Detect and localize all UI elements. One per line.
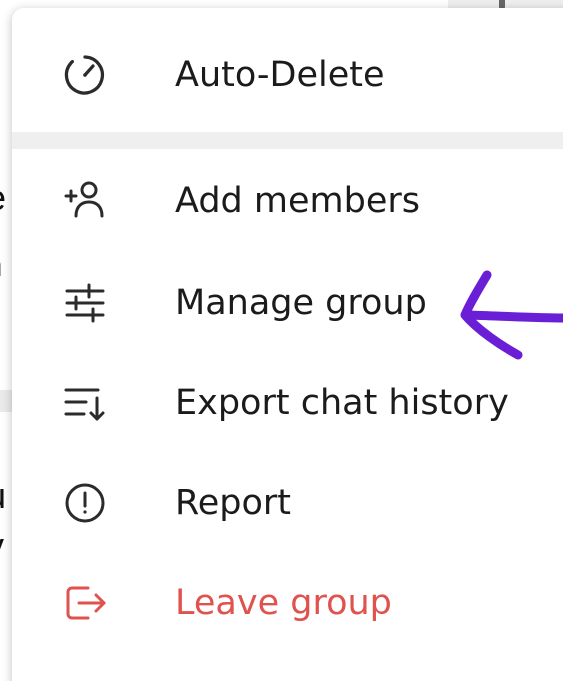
menu-item-auto-delete[interactable]: Auto-Delete [12,18,563,132]
background-text-fragment: u [0,478,6,514]
screenshot-stage: e n u v r Auto-Delete [0,0,563,681]
menu-item-label: Add members [175,181,420,221]
menu-item-add-members[interactable]: Add members [12,149,563,253]
menu-separator [12,132,563,149]
group-context-menu: Auto-Delete Add members Manage group Exp… [12,8,563,681]
background-header-strip [448,0,563,8]
logout-icon [62,580,108,626]
menu-item-label: Leave group [175,583,392,623]
menu-item-manage-group[interactable]: Manage group [12,253,563,353]
add-user-icon [62,178,108,224]
background-text-fragment: e [0,180,6,216]
background-text-fragment: n [0,252,3,282]
menu-item-label: Auto-Delete [175,55,385,95]
menu-item-export-chat-history[interactable]: Export chat history [12,353,563,453]
menu-item-label: Report [175,483,292,523]
menu-item-label: Manage group [175,283,427,323]
menu-item-label: Export chat history [175,383,509,423]
alert-circle-icon [62,480,108,526]
menu-item-report[interactable]: Report [12,453,563,553]
background-text-fragment: v [0,528,4,564]
export-list-icon [62,380,108,426]
menu-item-leave-group[interactable]: Leave group [12,553,563,653]
sliders-icon [62,280,108,326]
timer-icon [62,52,108,98]
